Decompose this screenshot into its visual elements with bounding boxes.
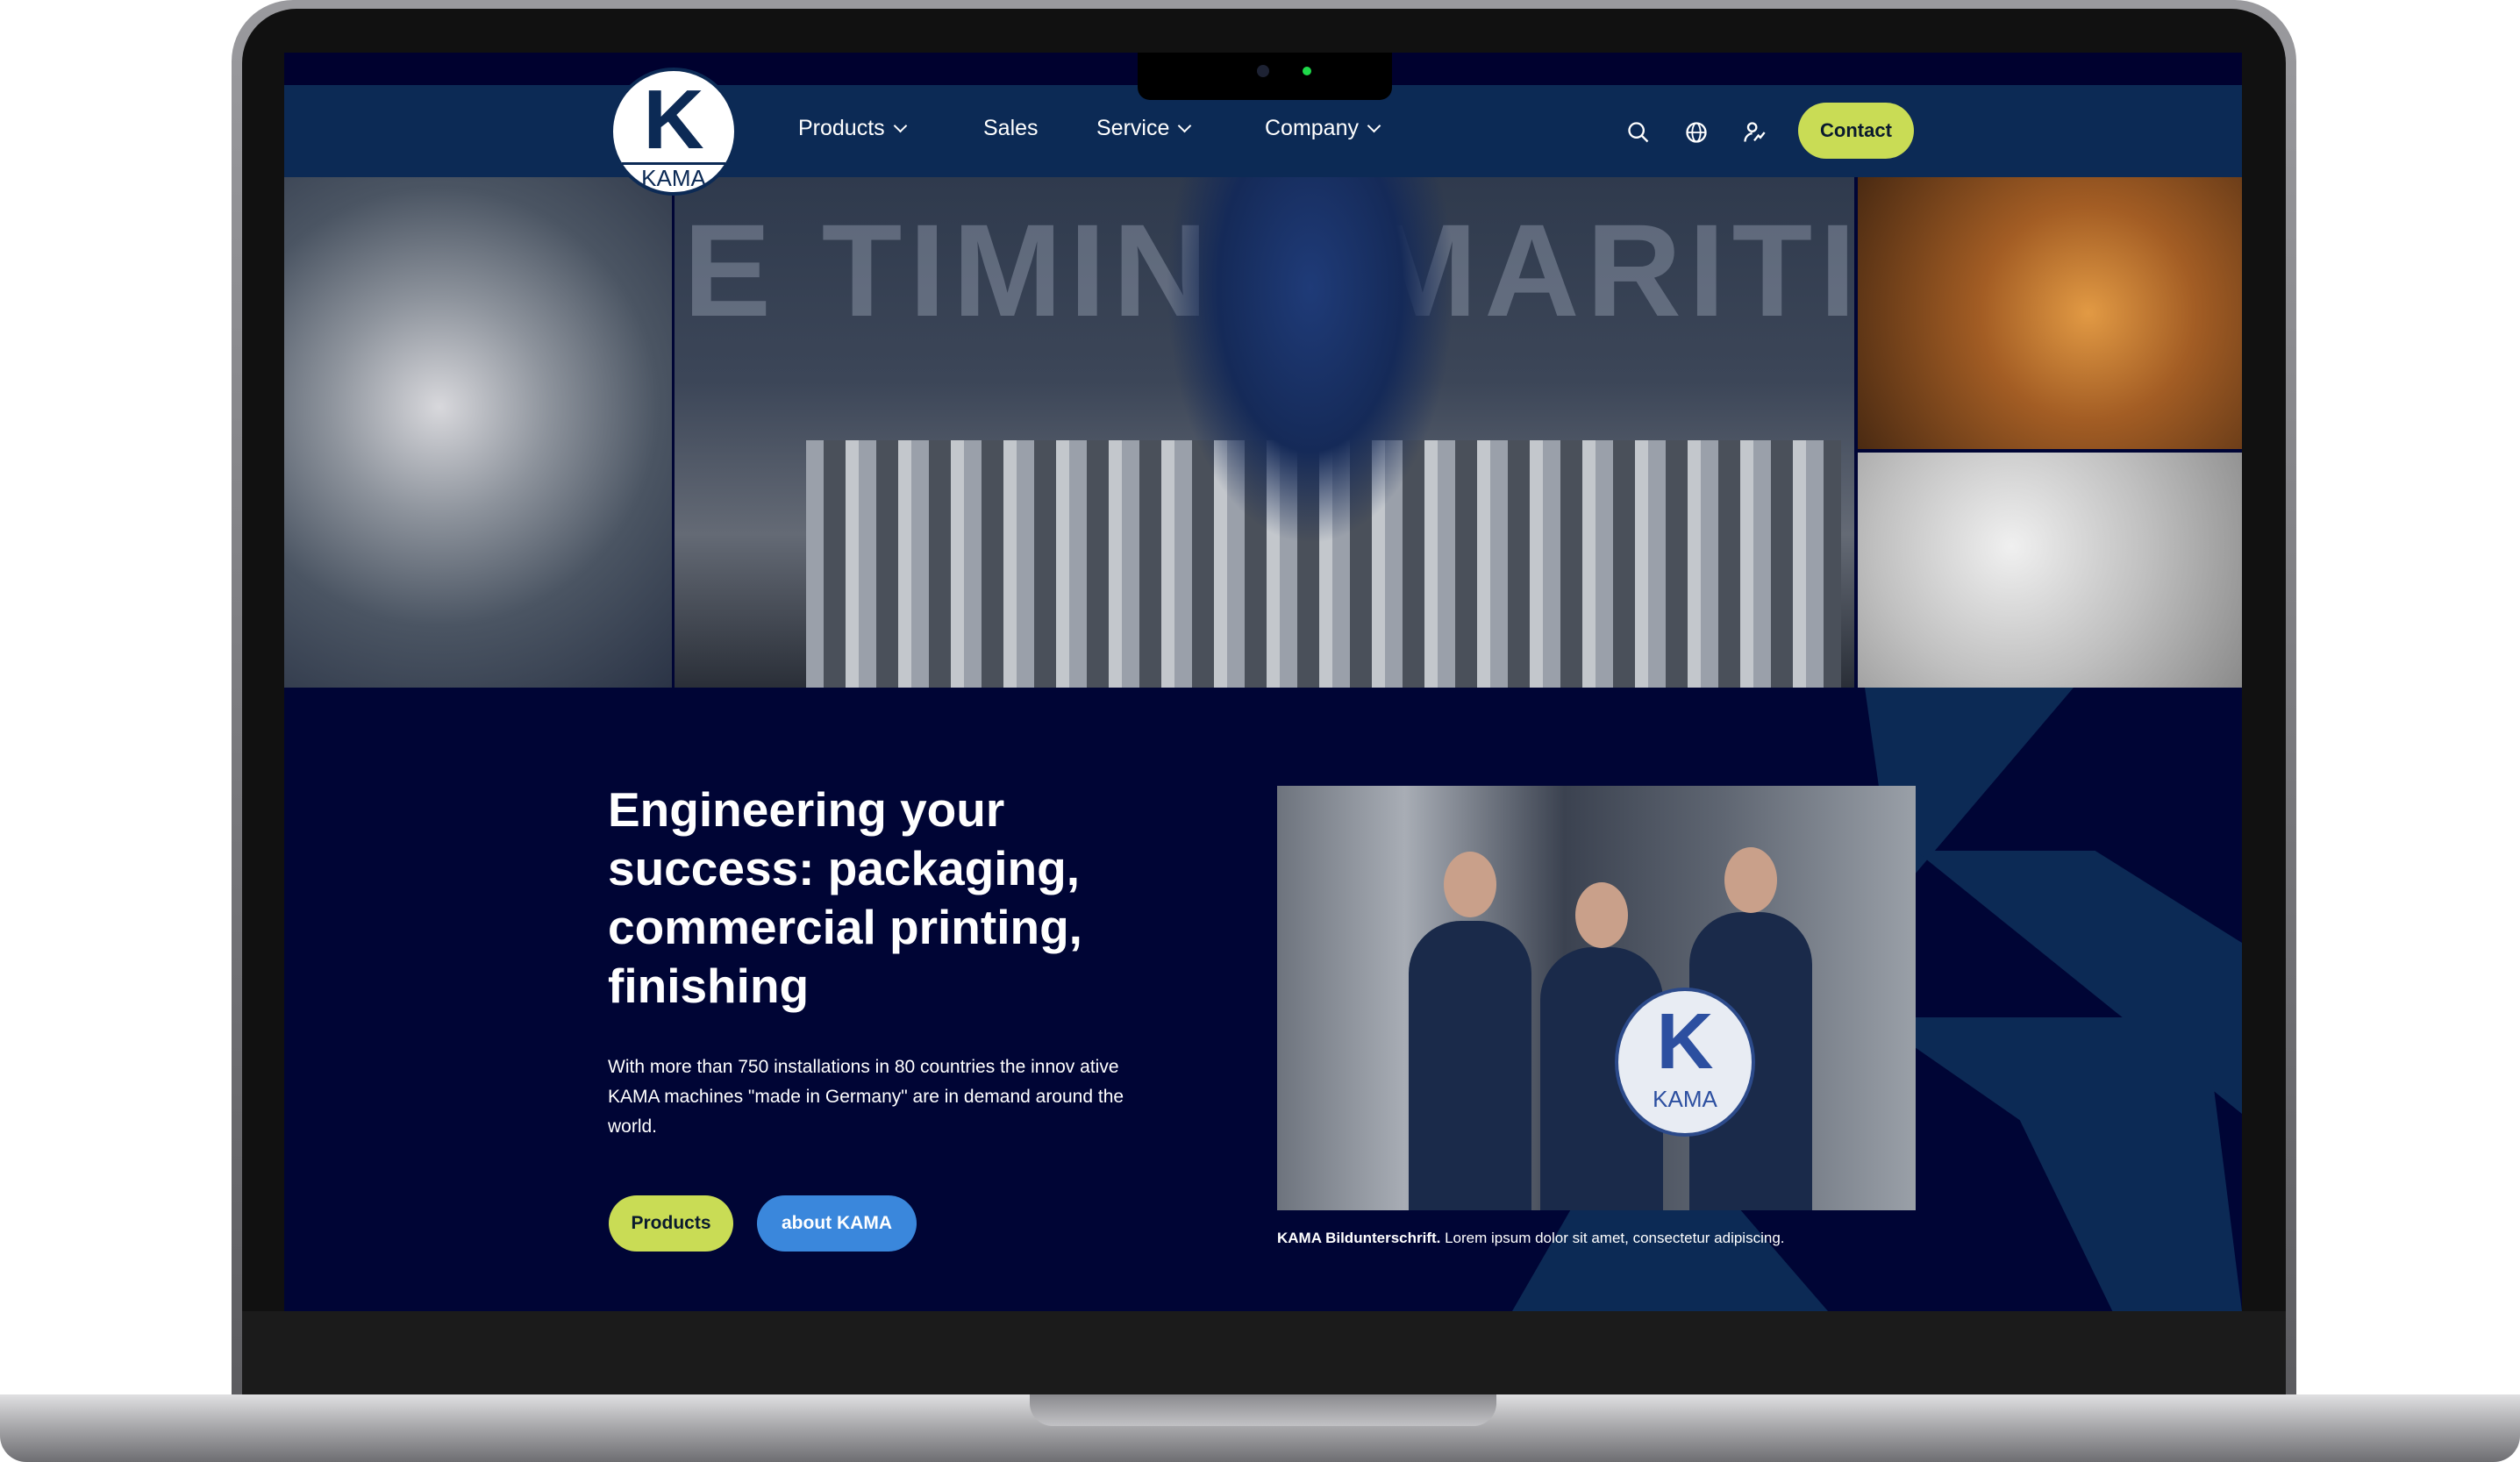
nav-label: Sales [983, 116, 1039, 140]
products-button[interactable]: Products [609, 1195, 733, 1252]
camera-notch [1138, 53, 1392, 100]
hero-image-worker: E TIMING MARITIM FED-TO-WORK [675, 177, 2242, 688]
person-head [1724, 847, 1777, 913]
nav-service[interactable]: Service [1096, 116, 1192, 141]
chevron-down-icon [1367, 118, 1381, 133]
nav-company[interactable]: Company [1265, 116, 1381, 141]
screen: Products Sales Service Company Contact K… [284, 53, 2242, 1311]
hero-image-embossing-silver [1858, 453, 2242, 688]
nav-products[interactable]: Products [798, 116, 907, 141]
logo-word: KAMA [622, 162, 725, 191]
user-login-icon[interactable] [1742, 120, 1767, 145]
person-head [1575, 882, 1628, 948]
nav-label: Service [1096, 116, 1170, 140]
person-head [1444, 852, 1496, 917]
hero-image-gears [284, 177, 672, 688]
page-headline: Engineering your success: packaging, com… [608, 782, 1082, 1013]
nav-label: Products [798, 116, 885, 140]
kama-sign: K KAMA [1615, 988, 1755, 1137]
laptop-base-notch [1030, 1394, 1496, 1426]
person [1409, 921, 1531, 1210]
caption-text: Lorem ipsum dolor sit amet, consectetur … [1440, 1230, 1785, 1246]
camera-indicator-icon [1303, 67, 1311, 75]
chevron-down-icon [1178, 118, 1192, 133]
kama-logo[interactable]: K KAMA [610, 68, 738, 196]
contact-button[interactable]: Contact [1798, 103, 1914, 159]
team-photo: K KAMA [1277, 786, 1916, 1210]
search-icon[interactable] [1626, 120, 1651, 145]
worker [1166, 177, 1455, 546]
nav-label: Company [1265, 116, 1359, 140]
sign-word: KAMA [1653, 1086, 1717, 1112]
about-kama-button[interactable]: about KAMA [757, 1195, 917, 1252]
laptop-bottom-bezel [242, 1311, 2286, 1396]
sign-letter: K [1656, 998, 1714, 1086]
decor-triangle [1872, 1017, 2242, 1311]
decor-triangle [1512, 1202, 1828, 1311]
nav-sales[interactable]: Sales [983, 116, 1039, 141]
hero-image-embossing-gold [1858, 177, 2242, 449]
caption-bold: KAMA Bildunterschrift. [1277, 1230, 1441, 1246]
globe-icon[interactable] [1684, 120, 1709, 145]
photo-caption: KAMA Bildunterschrift. Lorem ipsum dolor… [1277, 1230, 1785, 1247]
logo-letter: K [643, 73, 704, 167]
intro-paragraph: With more than 750 installations in 80 c… [608, 1057, 1124, 1137]
camera-icon [1257, 65, 1269, 77]
chevron-down-icon [893, 118, 907, 133]
